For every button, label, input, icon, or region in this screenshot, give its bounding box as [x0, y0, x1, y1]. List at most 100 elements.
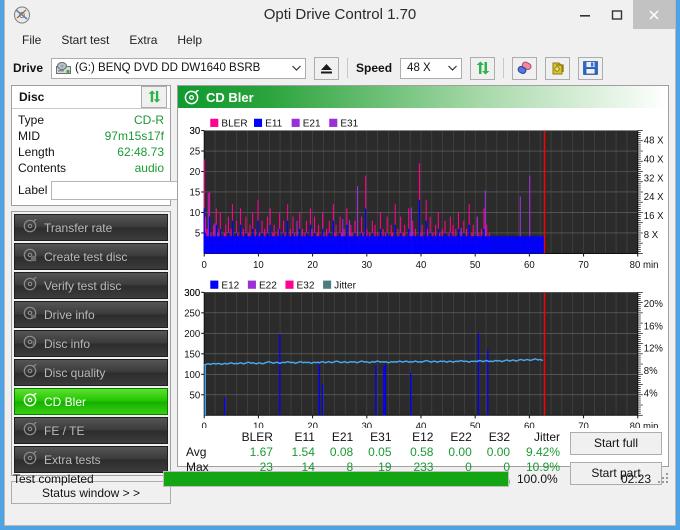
legend-swatch [210, 280, 219, 289]
speed-label: Speed [356, 61, 393, 75]
charts-svg[interactable]: BLER E11 E21 E31 5 10 15 20 25 30 30 8 X 16 X 24 X 32 … [178, 108, 668, 432]
cell: 0.05 [368, 444, 392, 459]
sidebar-item-transfer-rate[interactable]: Transfer rate [14, 214, 168, 241]
sidebar-item-extra-tests[interactable]: Extra tests [14, 446, 168, 473]
bookmark-button[interactable] [545, 56, 571, 80]
cell: 0.00 [486, 444, 511, 459]
sidebar-item-label: Disc quality [44, 365, 106, 380]
disc-row-value: 62:48.73 [117, 145, 164, 159]
maximize-button[interactable] [601, 0, 633, 29]
chevron-down-icon [288, 65, 305, 71]
legend-swatch [247, 280, 256, 289]
disc-icon [23, 248, 37, 265]
charts-container: BLER E11 E21 E31 5 10 15 20 25 30 30 8 X 16 X 24 X 32 … [178, 108, 668, 433]
stats-corner [184, 430, 232, 445]
x-tick-label: 40 [416, 422, 427, 428]
drive-select[interactable]: (G:) BENQ DVD DD DW1640 BSRB [51, 57, 307, 79]
disc-row-key: Length [18, 145, 55, 159]
col-e12: E12 [412, 429, 434, 444]
eject-button[interactable] [314, 56, 340, 80]
refresh-speed-button[interactable] [470, 56, 496, 80]
resize-grip[interactable] [657, 472, 671, 486]
sidebar-item-verify-test-disc[interactable]: Verify test disc [14, 272, 168, 299]
disc-icon [23, 363, 37, 381]
toolbar-divider [503, 58, 505, 78]
legend-label: E12 [221, 280, 239, 291]
disc-refresh-button[interactable] [141, 85, 167, 109]
app-window: Opti Drive Control 1.70 File Start test … [4, 0, 676, 526]
col-e11: E11 [294, 429, 315, 444]
legend-swatch [323, 280, 332, 289]
disc-row-key: Contents [18, 161, 67, 175]
nav-list: Transfer rate Create test disc Verify te… [11, 211, 171, 476]
sidebar-item-disc-info[interactable]: Disc info [14, 330, 168, 357]
x-tick-label: 20 [307, 260, 318, 271]
y-tick-label: 150 [184, 349, 200, 360]
y2-tick-label: 16 X [644, 211, 664, 222]
sidebar-item-cd-bler[interactable]: CD Bler [14, 388, 168, 415]
graph-panel-header: CD Bler [178, 86, 668, 108]
cell: 0.00 [448, 444, 472, 459]
y2-tick-label: 48 X [644, 135, 664, 146]
x-tick-label: 60 [524, 422, 535, 428]
graph-panel-title: CD Bler [206, 89, 254, 105]
app-icon [13, 5, 33, 25]
legend-label: E21 [303, 118, 321, 129]
row-label: Avg [186, 444, 207, 459]
disc-icon [23, 306, 37, 323]
speed-select[interactable]: 48 X [400, 57, 463, 79]
close-button[interactable] [633, 0, 675, 29]
sidebar-item-fe-te[interactable]: FE / TE [14, 417, 168, 444]
y2-tick-label: 32 X [644, 173, 664, 184]
menu-item-start-test[interactable]: Start test [52, 30, 118, 50]
cell: 0.58 [410, 444, 434, 459]
disc-row-value: audio [134, 161, 164, 175]
menu-item-extra[interactable]: Extra [120, 30, 166, 50]
y-tick-label: 5 [195, 228, 200, 239]
y-tick-label: 300 [184, 288, 200, 299]
disc-row-key: MID [18, 129, 40, 143]
y2-tick-label: 40 X [644, 154, 664, 165]
table-row: Avg 1.67 1.54 0.08 0.05 0.58 0.00 0.00 9… [184, 445, 566, 460]
cell: 9.42% [525, 444, 560, 459]
save-button[interactable] [578, 56, 604, 80]
disc-label-row: Label [12, 176, 256, 205]
y-tick-label: 200 [184, 329, 200, 340]
sidebar-item-drive-info[interactable]: Drive info [14, 301, 168, 328]
y-tick-label: 30 [190, 126, 201, 137]
menu-item-file[interactable]: File [13, 30, 50, 50]
y-tick-label: 15 [190, 187, 201, 198]
x-tick-label: 20 [307, 422, 318, 428]
sidebar-item-create-test-disc[interactable]: Create test disc [14, 243, 168, 270]
disc-icon [23, 421, 37, 439]
disc-icon [23, 218, 37, 236]
x-tick-label: 0 [202, 422, 207, 428]
disc-row-length: Length 62:48.73 [12, 144, 170, 160]
erase-button[interactable] [512, 56, 538, 80]
disc-icon [23, 276, 37, 294]
x-tick-label: 50 [470, 260, 481, 271]
y2-tick-label: 8 X [644, 230, 659, 241]
x-tick-label: 70 [578, 260, 589, 271]
disc-panel-title: Disc [19, 90, 45, 104]
menu-item-help[interactable]: Help [168, 30, 211, 50]
disc-row-value: 97m15s17f [104, 129, 164, 143]
chevron-down-icon [444, 65, 461, 71]
drive-value: (G:) BENQ DVD DD DW1640 BSRB [75, 62, 261, 74]
legend-swatch [291, 118, 300, 127]
disc-icon [23, 392, 37, 410]
sidebar-item-disc-quality[interactable]: Disc quality [14, 359, 168, 386]
disc-panel-header: Disc [12, 85, 170, 109]
x-tick-label: 10 [253, 422, 264, 428]
start-full-button[interactable]: Start full [570, 431, 662, 455]
x-tick-label: 30 [361, 260, 372, 271]
x-tick-label: 0 [202, 260, 207, 271]
drive-toolbar: Drive (G:) BENQ DVD DD DW1640 BSRB Speed… [5, 51, 675, 85]
main-body: Disc Type CD-R MID 97m15s17f Length 62:4… [5, 85, 675, 504]
toolbar-divider [347, 58, 349, 78]
y-tick-label: 10 [190, 208, 201, 219]
minimize-button[interactable] [569, 0, 601, 29]
y2-tick-label: 20% [644, 299, 664, 310]
sidebar-item-label: Drive info [44, 307, 95, 322]
disc-row-key: Type [18, 113, 45, 127]
